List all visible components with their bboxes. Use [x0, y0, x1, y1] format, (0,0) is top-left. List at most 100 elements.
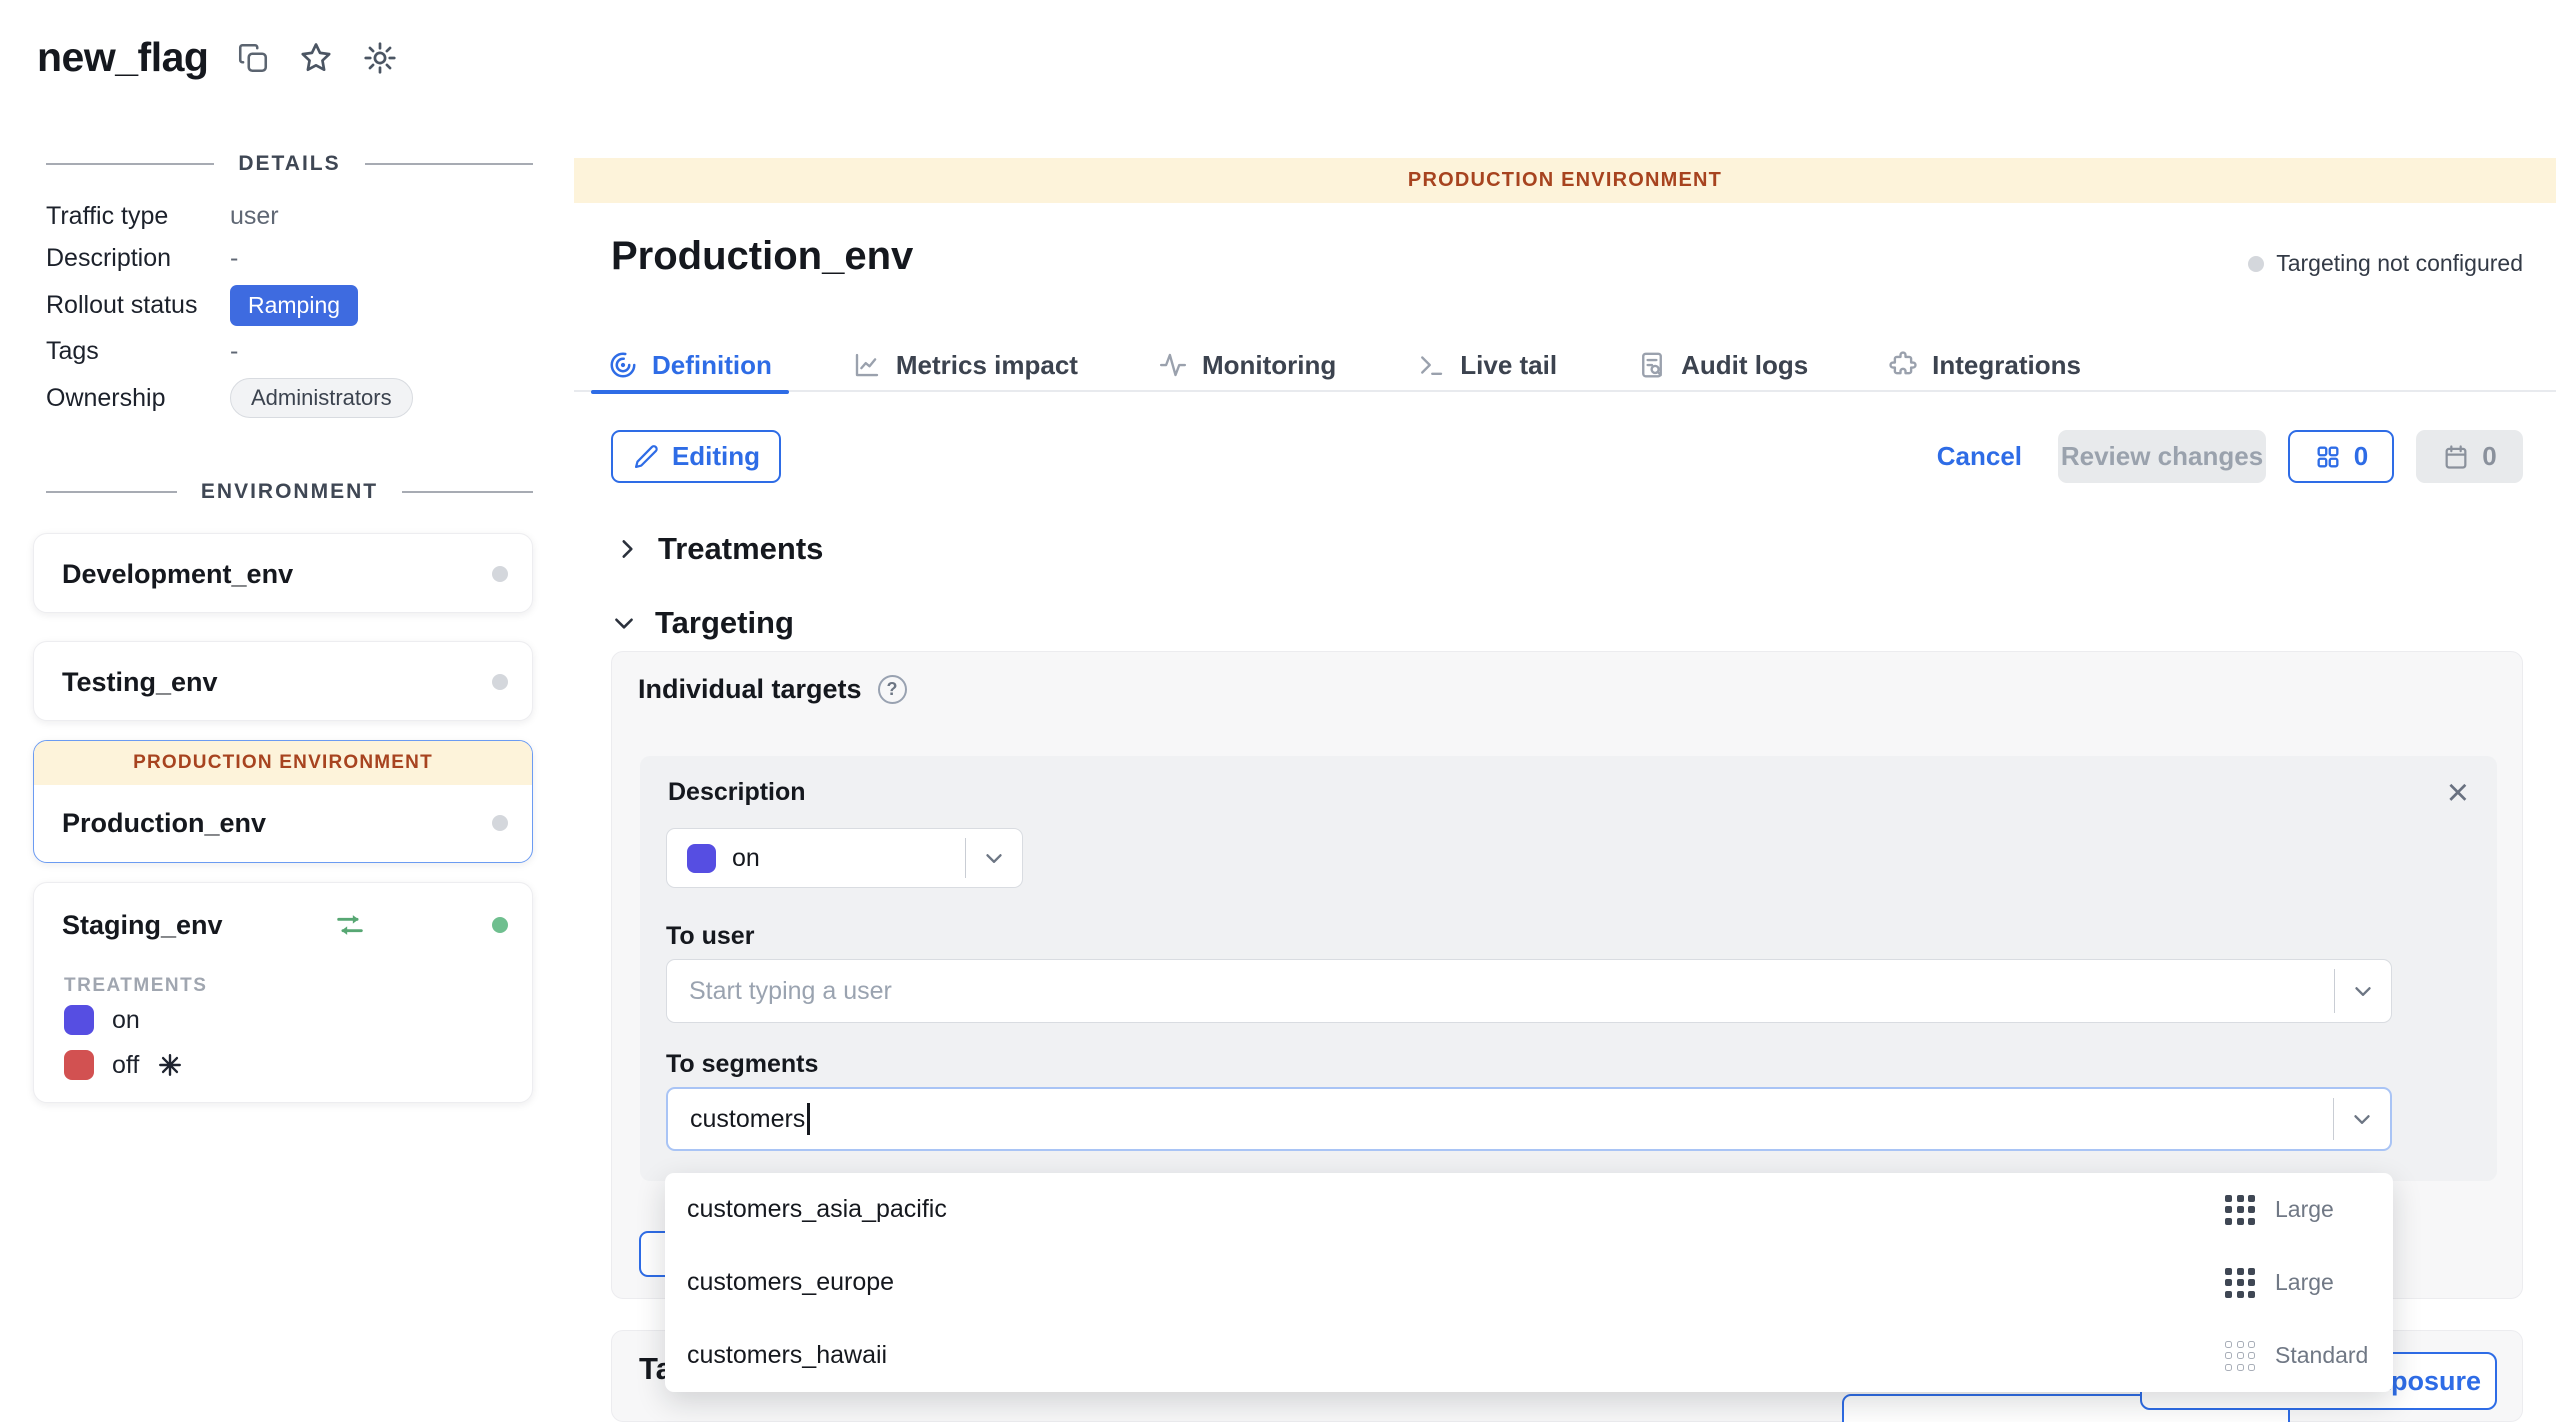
page-title: Production_env: [611, 234, 913, 279]
detail-row-ownership: Ownership Administrators: [46, 376, 533, 420]
close-icon[interactable]: ×: [2447, 774, 2469, 812]
segment-name: customers_hawaii: [687, 1341, 887, 1370]
tab-label: Monitoring: [1202, 350, 1336, 381]
treatment-select-value: on: [732, 844, 760, 873]
treatment-row-off: off: [64, 1050, 183, 1080]
chevron-right-icon: [614, 536, 640, 562]
default-treatment-asterisk-icon: [157, 1052, 183, 1078]
tab-audit-logs[interactable]: Audit logs: [1620, 340, 1825, 390]
copy-icon[interactable]: [236, 41, 270, 75]
tabs-divider: [574, 390, 2556, 392]
tab-integrations[interactable]: Integrations: [1871, 340, 2098, 390]
divider: [365, 163, 533, 165]
targeting-section-title: Targeting: [655, 605, 794, 641]
ownership-pill[interactable]: Administrators: [230, 378, 413, 418]
tab-metrics-impact[interactable]: Metrics impact: [835, 340, 1095, 390]
pulse-icon: [1158, 350, 1188, 380]
detail-row-tags: Tags -: [46, 333, 533, 369]
puzzle-icon: [1888, 350, 1918, 380]
to-segments-input[interactable]: customers: [666, 1087, 2392, 1151]
editing-button[interactable]: Editing: [611, 430, 781, 483]
to-user-placeholder: Start typing a user: [689, 977, 892, 1006]
segment-size: Large: [2275, 1196, 2371, 1223]
flag-title: new_flag: [37, 34, 208, 81]
target-definition-panel: × Description on To user Start typing a …: [640, 756, 2497, 1181]
segment-option-hawaii[interactable]: customers_hawaii Standard: [665, 1319, 2393, 1392]
cancel-link[interactable]: Cancel: [1937, 441, 2022, 472]
detail-label: Rollout status: [46, 291, 230, 320]
to-user-input[interactable]: Start typing a user: [666, 959, 2392, 1023]
environment-section-header: ENVIRONMENT: [46, 480, 533, 504]
treatment-name: on: [112, 1006, 140, 1035]
env-card-staging[interactable]: Staging_env TREATMENTS on off: [33, 882, 533, 1103]
pencil-icon: [632, 443, 660, 471]
treatments-heading: TREATMENTS: [64, 975, 207, 997]
detail-label: Tags: [46, 337, 230, 366]
standard-segment-icon: [2225, 1341, 2255, 1371]
gear-icon[interactable]: [362, 40, 398, 76]
detail-row-traffic-type: Traffic type user: [46, 198, 533, 234]
sync-arrows-icon: [333, 908, 367, 942]
segment-size: Large: [2275, 1269, 2371, 1296]
to-segments-value: customers: [690, 1105, 805, 1134]
tab-label: Integrations: [1932, 350, 2081, 381]
treatment-row-on: on: [64, 1005, 140, 1035]
tab-live-tail[interactable]: Live tail: [1399, 340, 1574, 390]
detail-row-description: Description -: [46, 240, 533, 276]
tab-monitoring[interactable]: Monitoring: [1141, 340, 1353, 390]
targeting-status: Targeting not configured: [2248, 250, 2523, 277]
audit-log-icon: [1637, 350, 1667, 380]
tab-bar: Definition Metrics impact Monitoring Liv…: [591, 340, 2098, 390]
env-card-testing[interactable]: Testing_env: [33, 641, 533, 721]
targeting-section-toggle[interactable]: Targeting: [611, 605, 794, 641]
env-name: Staging_env: [62, 910, 223, 941]
segment-name: customers_asia_pacific: [687, 1195, 947, 1224]
to-user-label: To user: [666, 922, 754, 951]
review-changes-button[interactable]: Review changes: [2058, 430, 2266, 483]
env-card-production[interactable]: PRODUCTION ENVIRONMENT Production_env: [33, 740, 533, 863]
production-environment-banner: PRODUCTION ENVIRONMENT: [574, 158, 2556, 203]
segment-size: Standard: [2275, 1342, 2371, 1369]
star-icon[interactable]: [298, 40, 334, 76]
env-status-dot: [492, 815, 508, 831]
detail-row-rollout-status: Rollout status Ramping: [46, 283, 533, 327]
schedule-changes-button[interactable]: 0: [2416, 430, 2523, 483]
editing-label: Editing: [672, 441, 760, 472]
treatment-select[interactable]: on: [666, 828, 1023, 888]
divider: [46, 491, 177, 493]
tab-label: Live tail: [1460, 350, 1557, 381]
detail-value: -: [230, 244, 238, 273]
detail-label: Traffic type: [46, 202, 230, 231]
grid-squares-icon: [2314, 443, 2342, 471]
env-name: Testing_env: [62, 667, 218, 698]
layout-count: 0: [2354, 441, 2368, 472]
tab-label: Audit logs: [1681, 350, 1808, 381]
tab-label: Definition: [652, 350, 772, 381]
segment-option-europe[interactable]: customers_europe Large: [665, 1246, 2393, 1319]
detail-value: -: [230, 337, 238, 366]
detail-label: Ownership: [46, 384, 230, 413]
terminal-icon: [1416, 350, 1446, 380]
env-status-dot-active: [492, 917, 508, 933]
details-section-header: DETAILS: [46, 152, 533, 176]
select-divider: [2333, 1098, 2335, 1140]
toolbar-right: Cancel Review changes 0 0: [1937, 430, 2523, 483]
env-name: Production_env: [62, 808, 266, 839]
segment-option-asia-pacific[interactable]: customers_asia_pacific Large: [665, 1173, 2393, 1246]
select-divider: [965, 838, 967, 879]
tab-label: Metrics impact: [896, 350, 1078, 381]
tab-definition[interactable]: Definition: [591, 340, 789, 390]
chevron-down-icon: [611, 610, 637, 636]
feature-flag-page: new_flag DETAILS Traffic type user Descr…: [0, 0, 2556, 1422]
targeting-status-label: Targeting not configured: [2276, 250, 2523, 277]
treatment-off-swatch: [64, 1050, 94, 1080]
env-card-development[interactable]: Development_env: [33, 533, 533, 613]
env-status-dot: [492, 566, 508, 582]
schedule-count: 0: [2482, 441, 2496, 472]
help-icon[interactable]: ?: [878, 675, 907, 704]
segments-dropdown: customers_asia_pacific Large customers_e…: [665, 1173, 2393, 1392]
detail-value: user: [230, 202, 279, 231]
flag-header: new_flag: [37, 34, 398, 81]
layout-changes-button[interactable]: 0: [2288, 430, 2394, 483]
treatments-section-toggle[interactable]: Treatments: [614, 531, 823, 567]
